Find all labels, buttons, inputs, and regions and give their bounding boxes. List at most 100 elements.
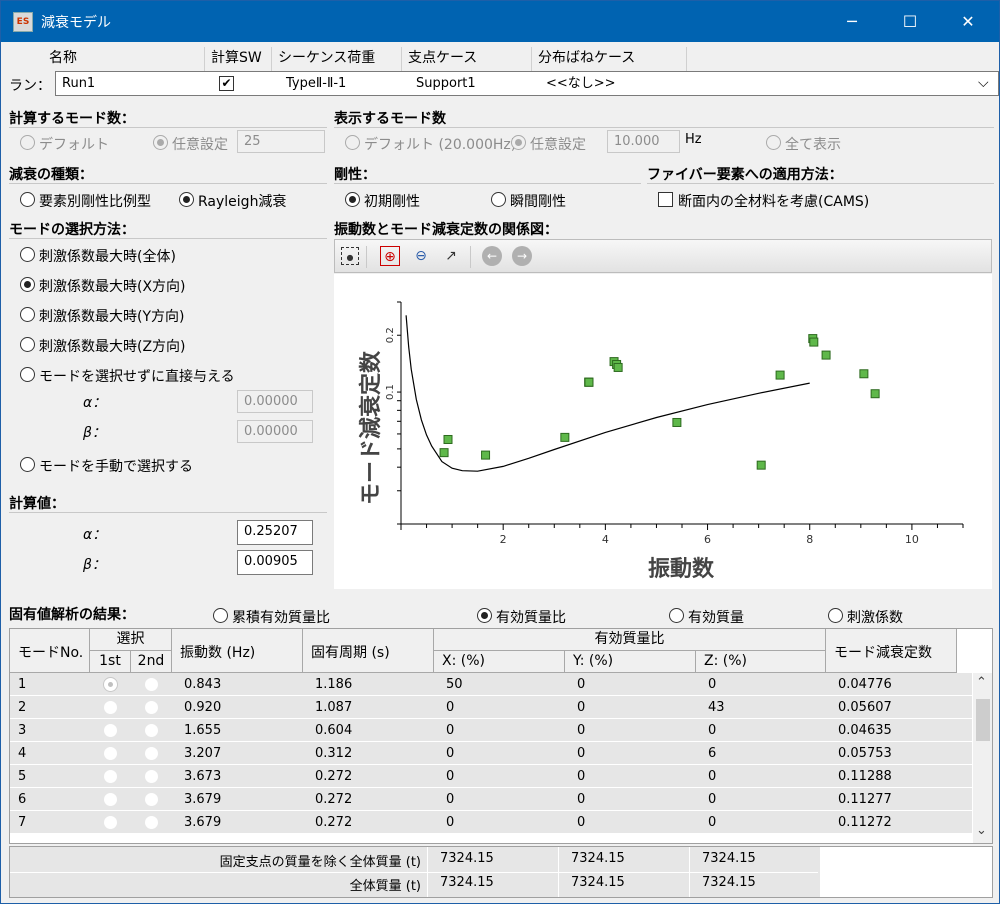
col-y: Y: (%) — [565, 651, 696, 673]
close-button[interactable]: ✕ — [945, 1, 991, 42]
col-damping: モード減衰定数 — [826, 629, 957, 673]
display-modes-input[interactable]: 10.000 — [607, 130, 680, 153]
data-point — [481, 450, 491, 460]
arrow-icon[interactable]: ↗ — [441, 246, 461, 266]
scroll-down-icon[interactable]: ⌄ — [976, 823, 987, 838]
direct-alpha-input[interactable]: 0.00000 — [237, 390, 313, 413]
display-modes-custom-label: 任意設定 — [530, 137, 586, 153]
dropdown-chevron-icon[interactable]: ⌵ — [978, 72, 989, 95]
stiffness-initial-radio[interactable] — [345, 192, 360, 207]
damping-type-element-radio[interactable] — [20, 192, 35, 207]
select-first-radio[interactable] — [103, 746, 118, 761]
select-icon[interactable]: ● — [341, 247, 359, 265]
scrollbar-thumb[interactable] — [976, 699, 990, 741]
cell-freq: 3.673 — [184, 769, 222, 784]
stiffness-instant-label: 瞬間剛性 — [510, 194, 566, 210]
display-modes-all-label: 全て表示 — [785, 137, 841, 153]
cell-freq: 1.655 — [184, 723, 222, 738]
calc-modes-custom-radio[interactable] — [153, 135, 168, 150]
results-ratio-label: 有効質量比 — [496, 610, 566, 626]
select-first-radio[interactable] — [103, 815, 118, 830]
mode-select-z-radio[interactable] — [20, 337, 35, 352]
select-first-radio[interactable] — [103, 723, 118, 738]
run-row[interactable]: Run1 ✔ TypeⅡ-Ⅱ-1 Support1 <<なし>> ⌵ — [55, 71, 999, 96]
results-mass-label: 有効質量 — [688, 610, 744, 626]
calc-values-title: 計算値： — [9, 496, 65, 512]
select-first-radio[interactable] — [103, 769, 118, 784]
select-second-radio[interactable] — [144, 723, 159, 738]
display-modes-all-radio[interactable] — [766, 135, 781, 150]
calc-modes-input[interactable]: 25 — [237, 130, 325, 153]
cell-freq: 3.207 — [184, 746, 222, 761]
x-tick-label: 2 — [500, 533, 507, 546]
cell-no: 7 — [18, 815, 27, 830]
cell-no: 2 — [18, 700, 27, 715]
forward-icon[interactable]: → — [512, 246, 532, 266]
cell-no: 3 — [18, 723, 27, 738]
select-second-radio[interactable] — [144, 700, 159, 715]
calc-sw-checkbox[interactable]: ✔ — [219, 76, 234, 91]
cell-period: 0.604 — [315, 723, 353, 738]
fiber-cams-checkbox[interactable] — [658, 192, 673, 207]
cell-x: 0 — [446, 815, 455, 830]
select-second-radio[interactable] — [144, 746, 159, 761]
data-point — [821, 350, 831, 360]
calc-beta-value: 0.00905 — [237, 550, 313, 575]
mode-select-direct-radio[interactable] — [20, 367, 35, 382]
mode-select-manual-radio[interactable] — [20, 457, 35, 472]
total-fixed-y: 7324.15 — [571, 851, 625, 866]
results-mass-radio[interactable] — [669, 608, 684, 623]
select-first-radio[interactable] — [103, 700, 118, 715]
x-tick-label: 10 — [905, 533, 919, 546]
scroll-up-icon[interactable]: ⌃ — [976, 675, 987, 690]
select-first-radio[interactable] — [103, 677, 118, 692]
cell-no: 4 — [18, 746, 27, 761]
results-participation-radio[interactable] — [828, 608, 843, 623]
col-z: Z: (%) — [696, 651, 826, 673]
maximize-button[interactable]: ☐ — [887, 1, 933, 42]
run-name: Run1 — [62, 76, 96, 91]
select-second-radio[interactable] — [144, 769, 159, 784]
calc-alpha-value: 0.25207 — [237, 520, 313, 545]
title-bar[interactable]: ES 減衰モデル ─ ☐ ✕ — [1, 1, 999, 42]
mode-select-y-radio[interactable] — [20, 307, 35, 322]
cell-z: 0 — [708, 815, 717, 830]
y-tick-label: 0.2 — [385, 327, 396, 343]
run-header-sequence: シーケンス荷重 — [272, 47, 402, 71]
results-ratio-radio[interactable] — [477, 608, 492, 623]
total-mass-x: 7324.15 — [440, 875, 494, 890]
cell-y: 0 — [577, 815, 586, 830]
display-modes-default-radio[interactable] — [345, 135, 360, 150]
zoom-box-icon[interactable]: ⊕ — [380, 246, 400, 266]
mode-select-y-label: 刺激係数最大時(Y方向) — [39, 309, 185, 325]
calc-modes-custom-label: 任意設定 — [172, 137, 228, 153]
damping-type-rayleigh-radio[interactable] — [179, 192, 194, 207]
display-modes-custom-radio[interactable] — [511, 135, 526, 150]
select-second-radio[interactable] — [144, 792, 159, 807]
rayleigh-curve — [405, 315, 810, 472]
mode-select-all-radio[interactable] — [20, 247, 35, 262]
select-second-radio[interactable] — [144, 815, 159, 830]
display-modes-title: 表示するモード数 — [334, 111, 446, 127]
direct-beta-input[interactable]: 0.00000 — [237, 420, 313, 443]
x-tick-label: 4 — [602, 533, 609, 546]
cell-period: 0.312 — [315, 746, 353, 761]
cell-period: 0.272 — [315, 769, 353, 784]
minimize-button[interactable]: ─ — [829, 1, 875, 42]
table-scrollbar[interactable]: ⌃ ⌄ — [973, 673, 992, 843]
zoom-out-icon[interactable]: ⊖ — [411, 246, 431, 266]
cell-freq: 0.920 — [184, 700, 222, 715]
select-first-radio[interactable] — [103, 792, 118, 807]
total-fixed-z: 7324.15 — [702, 851, 756, 866]
mode-select-x-radio[interactable] — [20, 277, 35, 292]
back-icon[interactable]: ← — [482, 246, 502, 266]
stiffness-instant-radio[interactable] — [491, 192, 506, 207]
data-point — [859, 369, 869, 379]
cell-no: 5 — [18, 769, 27, 784]
calc-beta-label: β： — [83, 557, 106, 573]
results-cumulative-radio[interactable] — [213, 608, 228, 623]
cell-x: 0 — [446, 746, 455, 761]
cell-z: 0 — [708, 769, 717, 784]
select-second-radio[interactable] — [144, 677, 159, 692]
calc-modes-default-radio[interactable] — [20, 135, 35, 150]
